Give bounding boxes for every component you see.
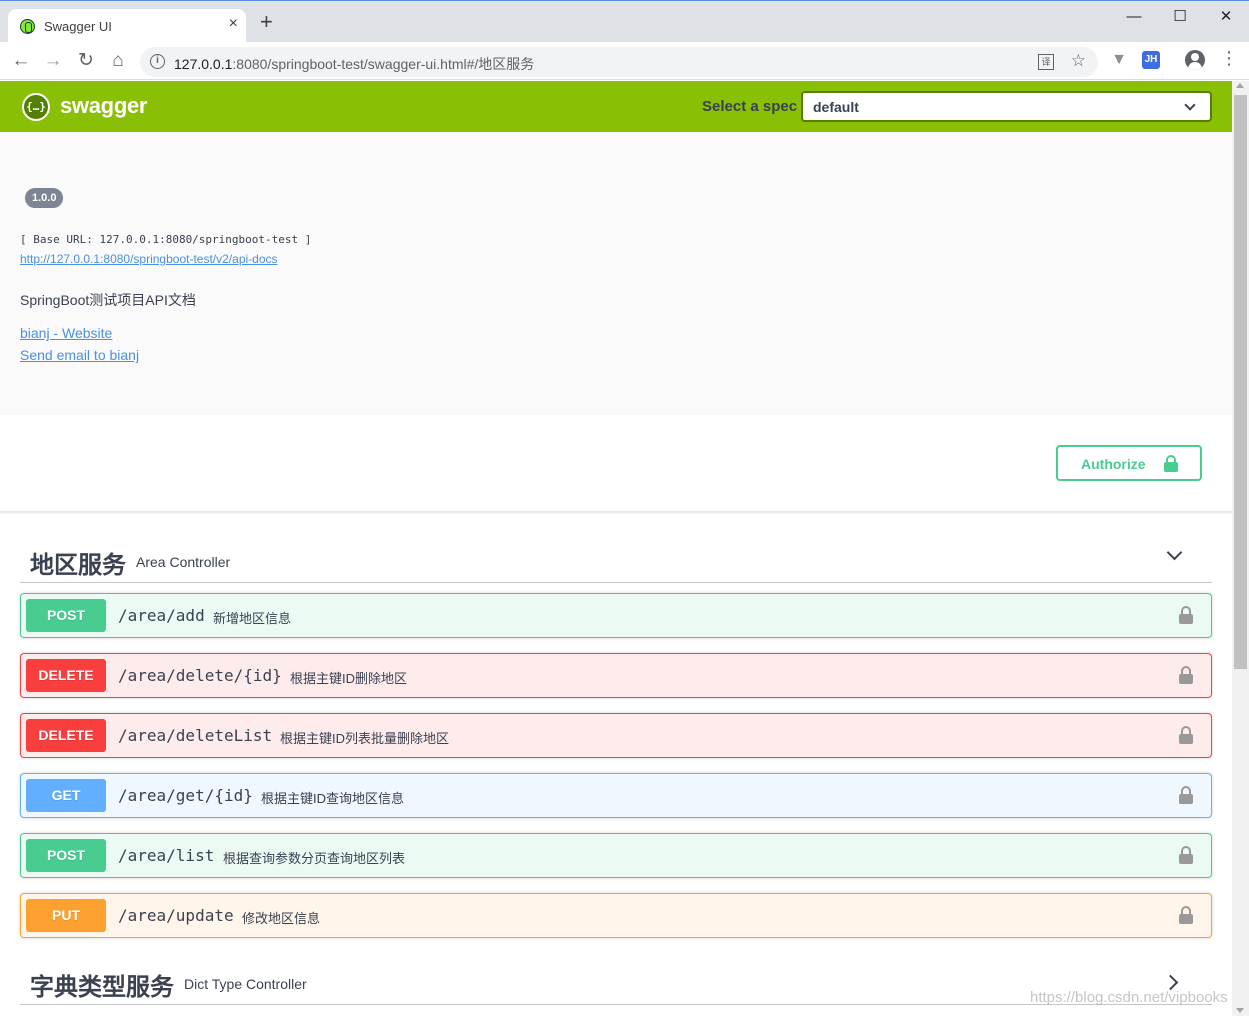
operation-summary: 修改地区信息	[242, 911, 321, 926]
address-bar[interactable]: i 127.0.0.1:8080/springboot-test/swagger…	[140, 47, 1098, 77]
page-viewport: {…} swagger Select a spec default 1.0.0 …	[0, 81, 1232, 1016]
version-badge: 1.0.0	[25, 188, 64, 208]
operation-row[interactable]: POST /area/add 新增地区信息	[20, 593, 1212, 638]
spec-select[interactable]: default	[801, 91, 1212, 122]
authorize-button[interactable]: Authorize	[1056, 445, 1202, 481]
page-scrollbar[interactable]	[1232, 81, 1249, 1016]
watermark: https://blog.csdn.net/vipbooks	[1030, 989, 1228, 1006]
operation-row[interactable]: DELETE /area/deleteList 根据主键ID列表批量删除地区	[20, 713, 1212, 758]
operation-path: /area/list	[118, 846, 215, 865]
bookmark-star-icon[interactable]: ☆	[1071, 51, 1086, 71]
tag-description: Dict Type Controller	[184, 976, 307, 992]
lock-icon[interactable]	[1179, 786, 1193, 804]
api-description: SpringBoot测试项目API文档	[20, 292, 196, 308]
contact-website-link[interactable]: bianj - Website	[20, 325, 112, 341]
select-spec-label: Select a spec	[702, 98, 798, 115]
back-arrow-icon[interactable]: ←	[8, 48, 34, 74]
spec-select-value: default	[813, 99, 859, 115]
unlock-icon	[1164, 455, 1178, 472]
contact-email-link[interactable]: Send email to bianj	[20, 347, 139, 363]
lock-icon[interactable]	[1179, 846, 1193, 864]
tab-title: Swagger UI	[44, 19, 112, 34]
operation-row[interactable]: DELETE /area/delete/{id} 根据主键ID删除地区	[20, 653, 1212, 698]
browser-titlebar: Swagger UI × + — ☐ ✕	[0, 0, 1249, 43]
method-badge: POST	[26, 599, 106, 632]
tag-name: 字典类型服务	[30, 974, 174, 1001]
swagger-logo-icon[interactable]: {…}	[22, 93, 50, 121]
forward-arrow-icon[interactable]: →	[40, 48, 66, 74]
method-badge: POST	[26, 839, 106, 872]
lock-icon[interactable]	[1179, 666, 1193, 684]
method-badge: DELETE	[26, 719, 106, 752]
jsonhandle-extension-icon[interactable]: JH	[1142, 51, 1160, 69]
chevron-down-icon[interactable]	[1166, 544, 1183, 561]
base-url: [ Base URL: 127.0.0.1:8080/springboot-te…	[20, 233, 312, 246]
tag-name: 地区服务	[30, 552, 126, 579]
operation-row[interactable]: PUT /area/update 修改地区信息	[20, 893, 1212, 938]
window-close-button[interactable]: ✕	[1203, 7, 1249, 37]
profile-avatar-icon[interactable]	[1185, 50, 1205, 70]
operation-path: /area/get/{id}	[118, 786, 253, 805]
chevron-down-icon	[1184, 99, 1196, 111]
lock-icon[interactable]	[1179, 726, 1193, 744]
lock-icon[interactable]	[1179, 906, 1193, 924]
method-badge: PUT	[26, 899, 106, 932]
window-minimize-button[interactable]: —	[1111, 7, 1157, 37]
lock-icon[interactable]	[1179, 606, 1193, 624]
chevron-right-icon[interactable]	[1162, 974, 1179, 991]
method-badge: DELETE	[26, 659, 106, 692]
operation-summary: 根据主键ID列表批量删除地区	[280, 731, 450, 746]
api-docs-link[interactable]: http://127.0.0.1:8080/springboot-test/v2…	[20, 252, 278, 266]
auth-wrapper: Authorize	[0, 415, 1232, 512]
browser-menu-icon[interactable]: ⋮	[1220, 48, 1238, 69]
swagger-logo-text[interactable]: swagger	[60, 93, 147, 119]
scroll-down-arrow-icon[interactable]	[1236, 1008, 1244, 1013]
browser-toolbar: ← → ↻ ⌂ i 127.0.0.1:8080/springboot-test…	[0, 42, 1249, 80]
operation-path: /area/add	[118, 606, 205, 625]
method-badge: GET	[26, 779, 106, 812]
translate-icon[interactable]: 译	[1038, 54, 1054, 70]
operation-path: /area/delete/{id}	[118, 666, 282, 685]
operation-path: /area/update	[118, 906, 234, 925]
operation-summary: 根据查询参数分页查询地区列表	[223, 851, 406, 866]
new-tab-button[interactable]: +	[260, 11, 273, 33]
operation-summary: 新增地区信息	[213, 611, 292, 626]
site-info-icon[interactable]: i	[150, 54, 165, 69]
operation-summary: 根据主键ID删除地区	[290, 671, 408, 686]
swagger-favicon-icon	[20, 19, 35, 34]
operation-row[interactable]: POST /area/list 根据查询参数分页查询地区列表	[20, 833, 1212, 878]
scroll-up-arrow-icon[interactable]	[1236, 83, 1244, 88]
window-maximize-button[interactable]: ☐	[1157, 7, 1203, 37]
vue-devtools-extension-icon[interactable]: ▼	[1110, 51, 1128, 69]
address-url[interactable]: 127.0.0.1:8080/springboot-test/swagger-u…	[174, 54, 534, 74]
operation-summary: 根据主键ID查询地区信息	[261, 791, 405, 806]
browser-tab[interactable]: Swagger UI ×	[8, 9, 246, 43]
api-info: 1.0.0 [ Base URL: 127.0.0.1:8080/springb…	[0, 132, 1232, 415]
reload-icon[interactable]: ↻	[73, 48, 99, 74]
operation-path: /area/deleteList	[118, 726, 273, 745]
home-icon[interactable]: ⌂	[105, 48, 131, 74]
operation-row[interactable]: GET /area/get/{id} 根据主键ID查询地区信息	[20, 773, 1212, 818]
authorize-label: Authorize	[1081, 456, 1146, 472]
scroll-thumb[interactable]	[1234, 95, 1247, 669]
swagger-topbar: {…} swagger Select a spec default	[0, 81, 1232, 132]
tag-header-area[interactable]: 地区服务 Area Controller	[20, 533, 1212, 583]
tab-close-icon[interactable]: ×	[229, 15, 238, 33]
tag-description: Area Controller	[136, 554, 231, 570]
